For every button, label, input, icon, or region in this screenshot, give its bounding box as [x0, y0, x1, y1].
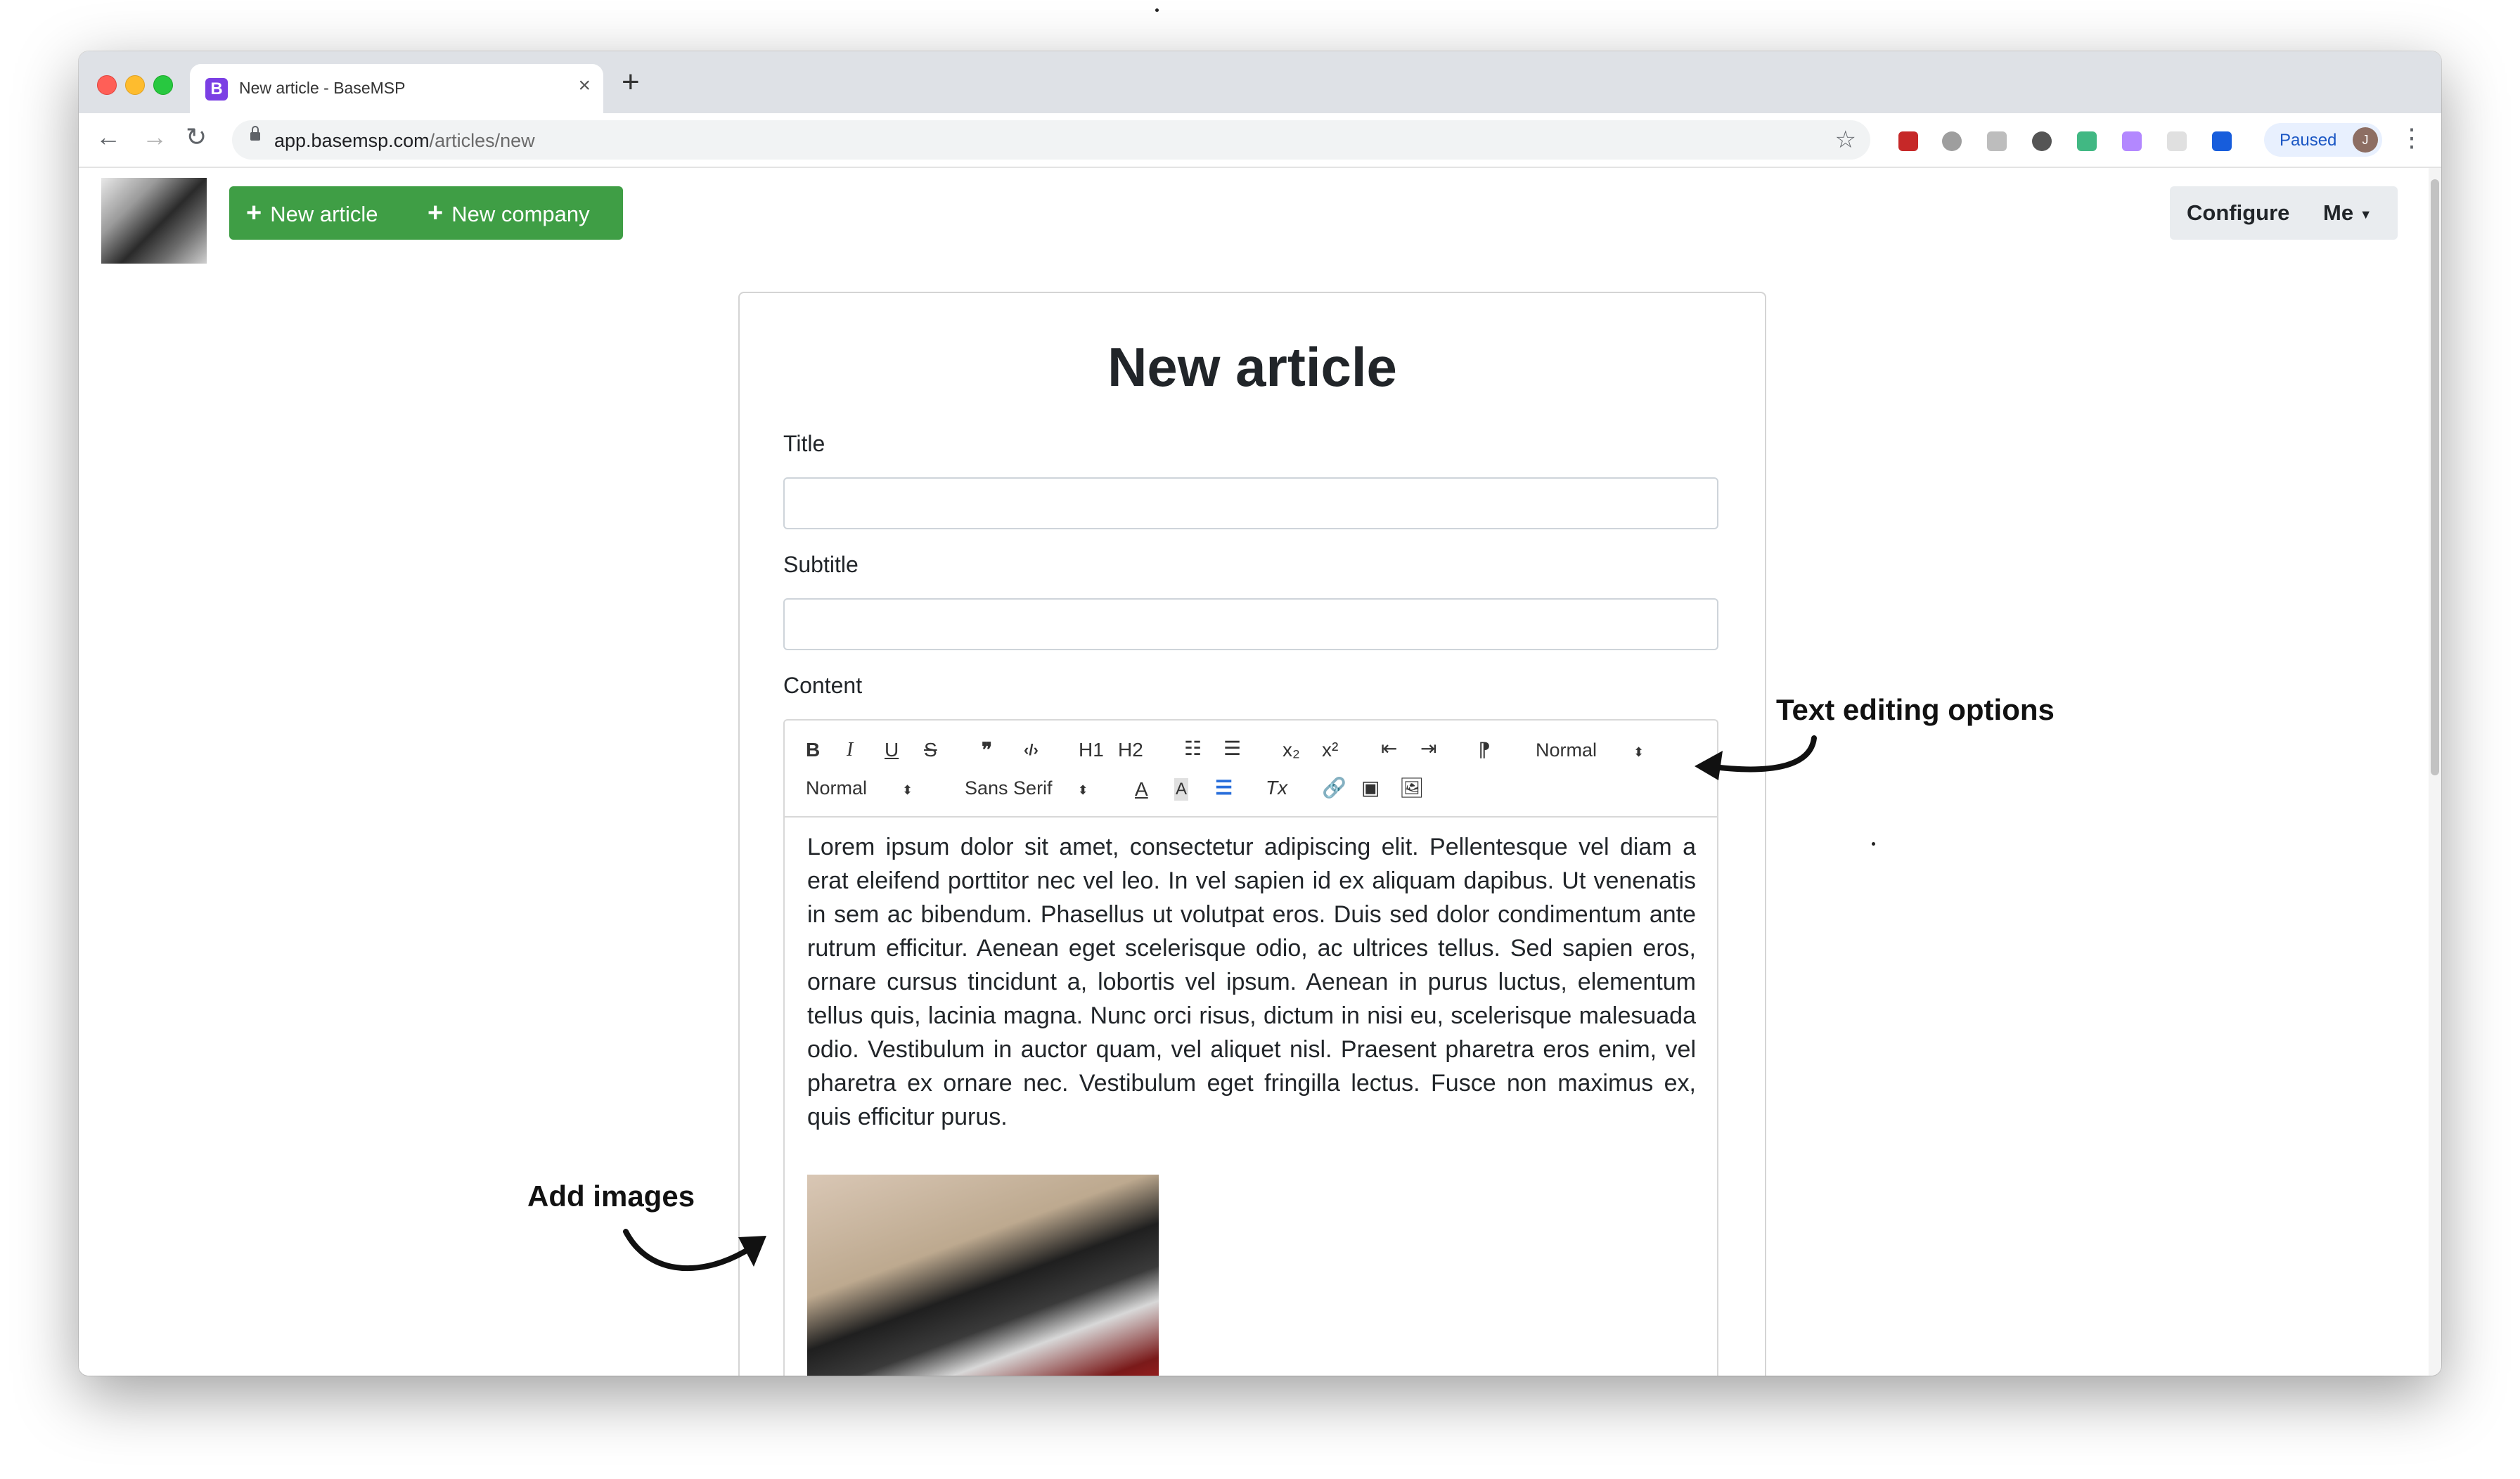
arrow-annotation-icon [1695, 735, 1817, 780]
header2-button[interactable]: H2 [1118, 739, 1143, 761]
vue-devtools-icon[interactable] [2077, 131, 2097, 151]
subscript-button[interactable]: x₂ [1282, 739, 1300, 761]
indent-icon[interactable]: ⇥ [1420, 737, 1436, 760]
close-window-button[interactable] [97, 75, 117, 95]
bullet-list-icon[interactable]: ☰ [1223, 737, 1241, 760]
reload-icon[interactable]: ↻ [186, 123, 207, 151]
header1-button[interactable]: H1 [1079, 739, 1104, 761]
outdent-icon[interactable]: ⇤ [1381, 737, 1397, 760]
lock-icon [250, 126, 260, 141]
content-label: Content [783, 673, 863, 698]
minimize-window-button[interactable] [125, 75, 145, 95]
page-scrollbar[interactable] [2429, 168, 2441, 1376]
extension-icon[interactable] [2032, 131, 2052, 151]
plus-icon: + [246, 198, 262, 228]
forward-arrow-icon[interactable]: → [142, 123, 167, 151]
blockquote-button[interactable]: ❞ [982, 739, 992, 761]
tab-title: New article - BaseMSP [239, 79, 406, 97]
subtitle-input[interactable] [783, 598, 1718, 650]
video-icon[interactable]: ▣ [1361, 777, 1380, 799]
url-text: app.basemsp.com/articles/new [274, 130, 535, 151]
page-title: New article [1107, 336, 1397, 398]
align-icon[interactable]: ☰ [1215, 777, 1233, 799]
font-select[interactable]: Sans Serif ⬍ [965, 777, 1088, 801]
subtitle-label: Subtitle [783, 552, 859, 577]
configure-button[interactable]: Configure [2187, 186, 2289, 240]
extension-icon[interactable] [1942, 131, 1962, 151]
font-color-button[interactable]: A [1135, 778, 1148, 801]
caret-down-icon: ▼ [2359, 207, 2372, 221]
extension-icon[interactable] [2122, 131, 2142, 151]
new-article-button[interactable]: + New article [246, 186, 378, 240]
clean-format-button[interactable]: Tx [1266, 777, 1287, 799]
superscript-button[interactable]: x² [1322, 739, 1338, 761]
editor-toolbar: B I U S ❞ ‹/› H1 H2 ☷ ☰ x₂ x² ⇤ ⇥ ⁋ Norm… [783, 719, 1718, 816]
primary-button-group: + New article + New company [229, 186, 623, 240]
select-arrows-icon: ⬍ [902, 783, 913, 797]
new-company-button[interactable]: + New company [428, 186, 590, 240]
title-input[interactable] [783, 477, 1718, 529]
profile-button[interactable]: Paused J [2264, 123, 2382, 157]
size-select[interactable]: Normal ⬍ [806, 777, 913, 801]
background-color-icon[interactable]: A [1174, 778, 1189, 801]
me-dropdown-button[interactable]: Me ▼ [2323, 186, 2372, 240]
strike-button[interactable]: S [924, 739, 937, 761]
stray-dot [1155, 8, 1159, 12]
text-editing-annotation: Text editing options [1776, 693, 2055, 726]
image-icon[interactable]: 🖼 [1399, 777, 1425, 799]
stray-dot [1872, 842, 1875, 846]
browser-toolbar: ← → ↻ app.basemsp.com/articles/new ☆ Pau… [79, 113, 2441, 168]
favicon-icon: B [205, 78, 228, 101]
back-arrow-icon[interactable]: ← [96, 123, 121, 151]
bold-button[interactable]: B [806, 739, 820, 761]
arrow-annotation-icon [623, 1229, 766, 1272]
editor-content-area[interactable]: Lorem ipsum dolor sit amet, consectetur … [783, 816, 1718, 1376]
avatar: J [2353, 127, 2378, 153]
bookmark-star-icon[interactable]: ☆ [1835, 126, 1856, 154]
profile-status: Paused [2280, 131, 2337, 150]
site-logo[interactable] [101, 178, 207, 264]
extension-icon[interactable] [2167, 131, 2187, 151]
ublock-extension-icon[interactable] [1898, 131, 1918, 151]
new-tab-button[interactable]: + [622, 67, 640, 98]
browser-menu-icon[interactable]: ⋮ [2399, 123, 2424, 153]
select-arrows-icon: ⬍ [1077, 783, 1088, 797]
article-form-card: New article Title Subtitle Content B I U… [738, 292, 1766, 1376]
underline-button[interactable]: U [885, 739, 899, 761]
tab-bar: B New article - BaseMSP × + [79, 51, 2441, 113]
italic-button[interactable]: I [847, 739, 853, 761]
scrollbar-thumb[interactable] [2431, 179, 2439, 775]
title-label: Title [783, 431, 825, 456]
embedded-image[interactable] [807, 1175, 1159, 1376]
browser-tab[interactable]: B New article - BaseMSP × [190, 64, 603, 113]
content-paragraph: Lorem ipsum dolor sit amet, consectetur … [807, 834, 1696, 1130]
extension-icon[interactable] [1987, 131, 2007, 151]
add-images-annotation: Add images [527, 1180, 695, 1213]
text-direction-button[interactable]: ⁋ [1478, 739, 1491, 761]
code-block-button[interactable]: ‹/› [1024, 739, 1039, 761]
maximize-window-button[interactable] [153, 75, 173, 95]
link-icon[interactable]: 🔗 [1322, 777, 1346, 799]
secondary-button-group: Configure Me ▼ [2170, 186, 2398, 240]
ordered-list-icon[interactable]: ☷ [1184, 737, 1202, 760]
header-select[interactable]: Normal ⬍ [1536, 739, 1644, 763]
browser-window: B New article - BaseMSP × + ← → ↻ app.ba… [79, 51, 2441, 1376]
plus-icon: + [428, 198, 444, 228]
address-bar[interactable]: app.basemsp.com/articles/new ☆ [232, 120, 1870, 160]
tab-close-icon[interactable]: × [578, 74, 591, 98]
bitwarden-icon[interactable] [2212, 131, 2232, 151]
select-arrows-icon: ⬍ [1633, 745, 1645, 759]
page-viewport: + New article + New company Configure Me ▼… [79, 168, 2429, 1376]
